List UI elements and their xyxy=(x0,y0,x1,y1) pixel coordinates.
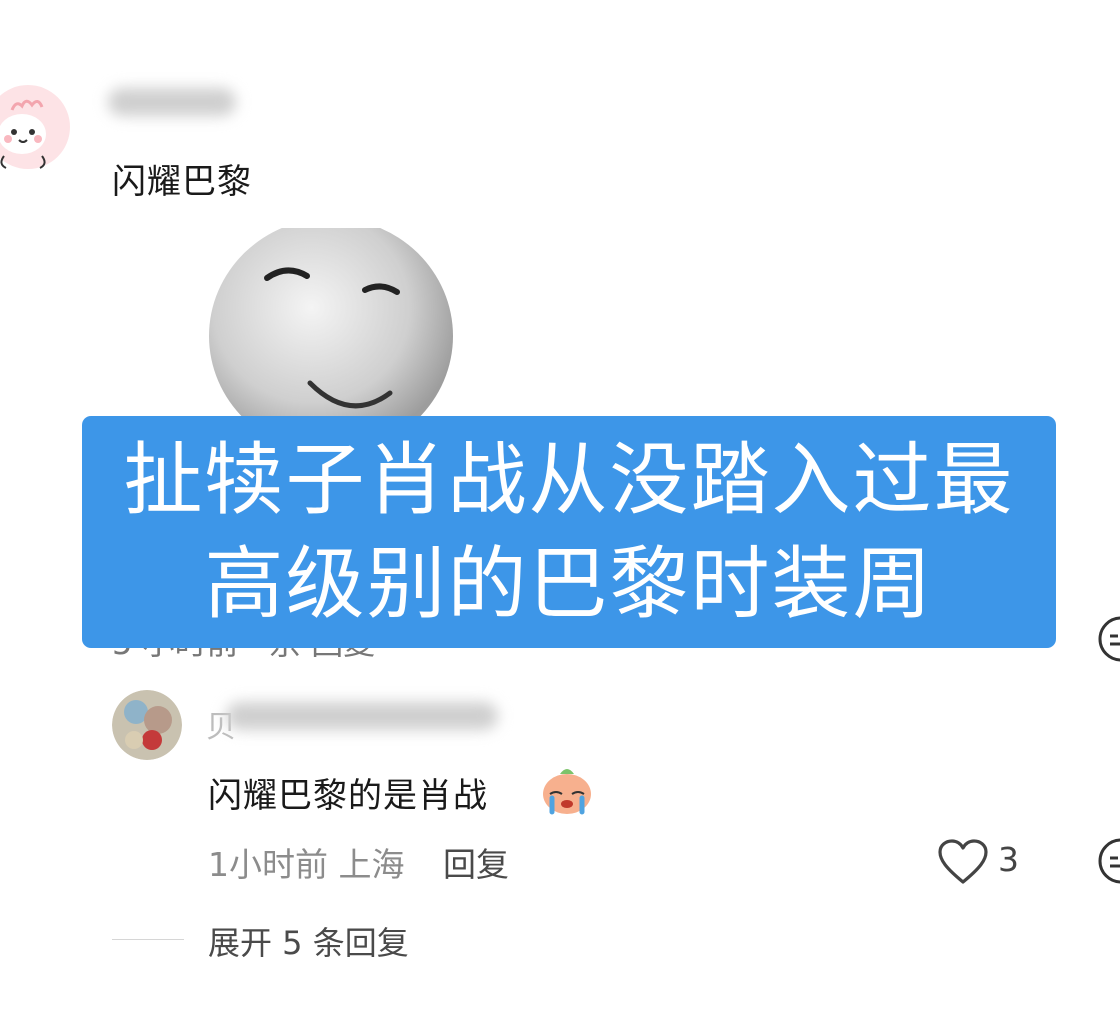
reply-time: 1小时前 xyxy=(208,845,328,884)
banner-line-2: 高级别的巴黎时装周 xyxy=(204,538,934,630)
reply-button[interactable]: 回复 xyxy=(443,845,509,884)
caption-banner: 扯犊子肖战从没踏入过最 高级别的巴黎时装周 xyxy=(82,416,1056,648)
comment-thread: 闪耀巴黎 5 小时前 · 京 回复 ♡ 201 扯犊子肖战从没踏入过最 高级别的… xyxy=(0,0,1120,1009)
expand-divider xyxy=(112,939,184,940)
reply-avatar[interactable] xyxy=(112,690,182,760)
smiley-react-icon[interactable] xyxy=(1096,614,1120,664)
commenter-avatar[interactable] xyxy=(0,72,76,182)
reply-text: 闪耀巴黎的是肖战 xyxy=(208,776,488,816)
smiley-react-icon[interactable] xyxy=(1096,836,1120,886)
reply-location: 上海 xyxy=(338,845,405,884)
reply-meta: 1小时前 上海 回复 xyxy=(208,838,509,886)
heart-outline-icon[interactable] xyxy=(936,838,990,886)
expand-replies-button[interactable]: 展开 5 条回复 xyxy=(208,918,409,964)
banner-line-1: 扯犊子肖战从没踏入过最 xyxy=(123,434,1015,526)
comment-text: 闪耀巴黎 xyxy=(112,162,252,202)
commenter-username-blurred[interactable] xyxy=(108,88,236,116)
smirk-face-meme-image[interactable] xyxy=(205,228,490,428)
crying-peach-emoji xyxy=(543,769,591,815)
reply-username-blurred[interactable] xyxy=(226,702,498,730)
reply-like-count: 3 xyxy=(998,840,1019,879)
